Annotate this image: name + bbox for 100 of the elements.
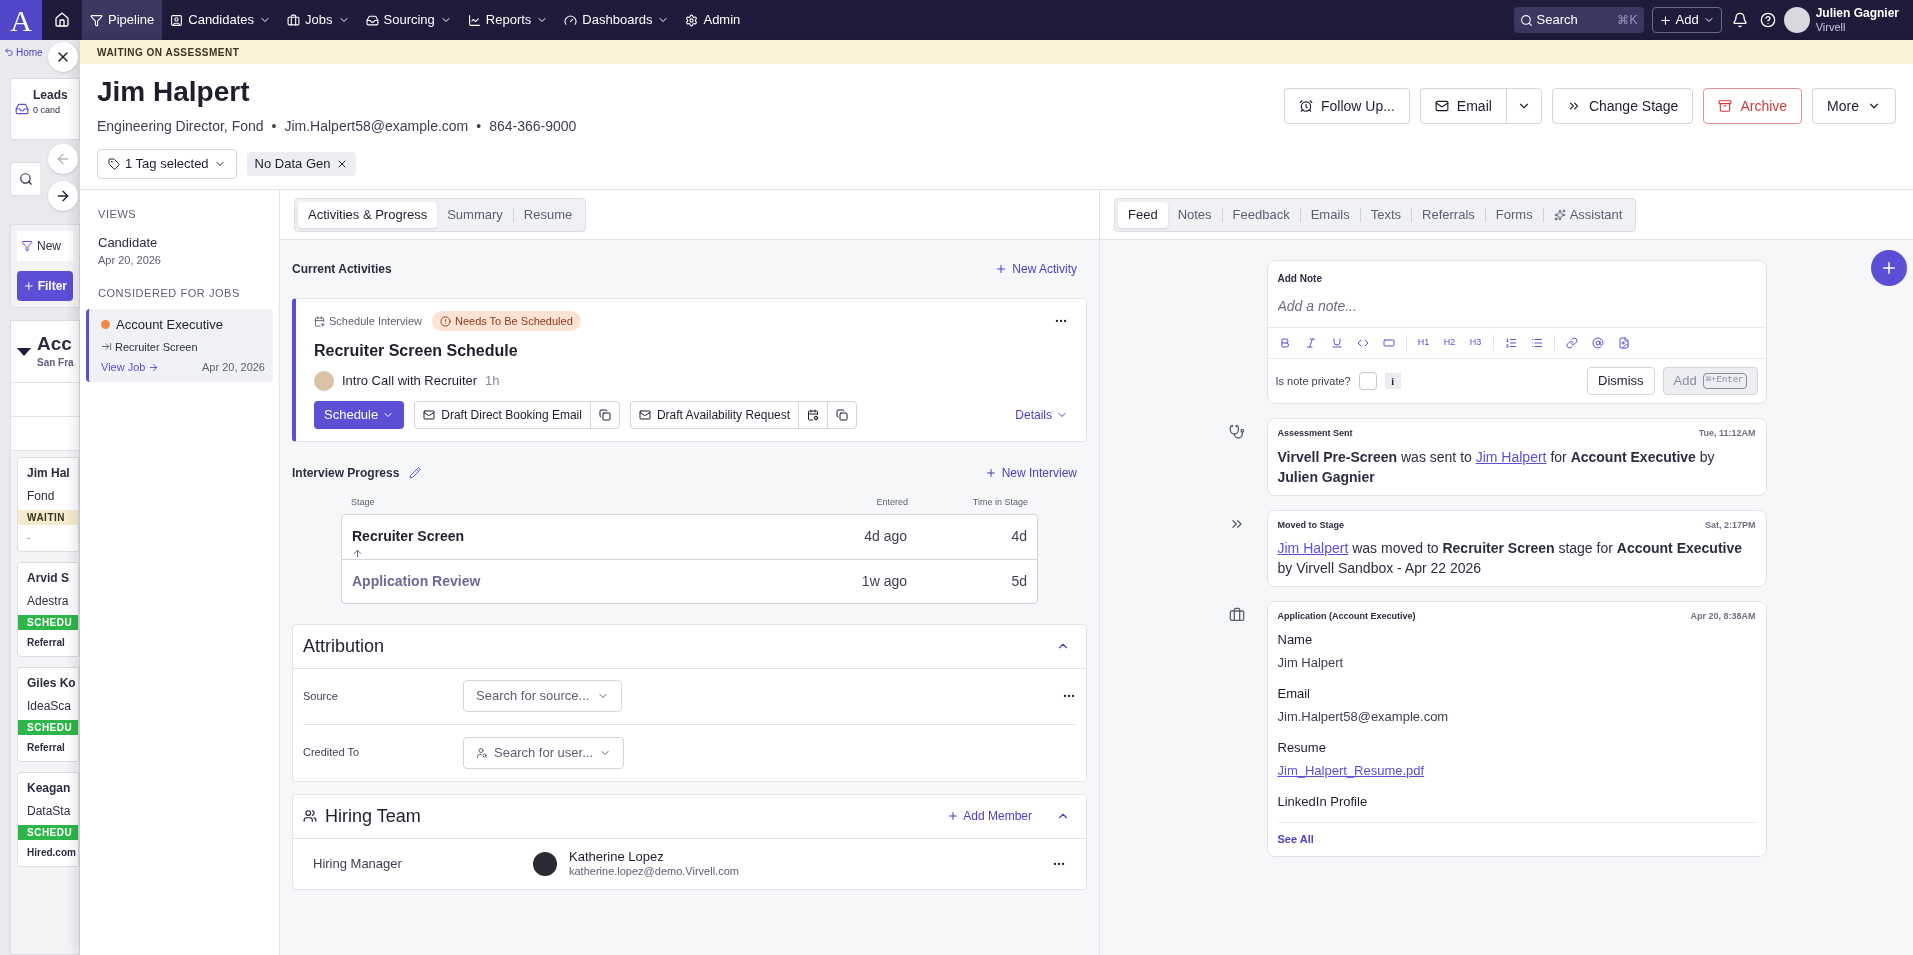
candidate-card[interactable]: Giles Ko IdeaSca SCHEDU Referral xyxy=(17,667,79,762)
source-select[interactable]: Search for source... xyxy=(463,680,623,712)
nav-menu-item[interactable]: Admin xyxy=(677,0,749,40)
dismiss-button[interactable]: Dismiss xyxy=(1587,367,1655,395)
member-name: Katherine Lopez xyxy=(569,849,665,864)
copy-icon xyxy=(598,409,611,421)
collapse-triangle-icon[interactable] xyxy=(17,347,31,356)
tag-select[interactable]: 1 Tag selected xyxy=(97,149,237,179)
nav-menu-item[interactable]: Dashboards xyxy=(556,0,678,40)
add-member-button[interactable]: Add Member xyxy=(947,807,1032,825)
column-header: Time in Stage xyxy=(971,496,1028,509)
feed-title: Application (Account Executive) xyxy=(1277,610,1416,623)
nav-menu-item[interactable]: Sourcing xyxy=(357,0,460,40)
resume-link[interactable]: Jim_Halpert_Resume.pdf xyxy=(1277,761,1756,781)
pencil-icon[interactable] xyxy=(409,467,422,479)
leads-card[interactable]: Leads 0 cand xyxy=(10,78,80,140)
feed-tab[interactable]: Emails xyxy=(1300,201,1360,228)
schedule-button[interactable]: Schedule xyxy=(314,401,405,429)
more-button[interactable]: More xyxy=(1812,88,1896,124)
section-title: Interview Progress xyxy=(292,465,400,482)
nav-menu-item[interactable]: Reports xyxy=(459,0,557,40)
italic-icon xyxy=(1304,337,1317,349)
note-input[interactable]: Add a note... xyxy=(1277,296,1756,317)
private-checkbox[interactable] xyxy=(1358,372,1377,390)
field-value: Jim Halpert xyxy=(1277,654,1345,672)
separator-dot: • xyxy=(476,117,482,136)
feed-tab[interactable]: Texts xyxy=(1360,201,1412,228)
candidate-link[interactable]: Jim Halpert xyxy=(1475,448,1547,465)
candidate-card[interactable]: Arvid S Adestra SCHEDU Referral xyxy=(17,562,79,657)
view-tab[interactable]: New xyxy=(17,231,73,261)
card-title: Hiring Team xyxy=(325,804,422,828)
draft-booking-email-button[interactable]: Draft Direct Booking Email xyxy=(415,402,590,428)
help-icon[interactable] xyxy=(1759,12,1776,28)
archive-icon xyxy=(1718,99,1733,113)
private-label: Is note private? xyxy=(1275,373,1351,389)
separator-dot: • xyxy=(271,117,277,136)
view-tab[interactable]: Summary xyxy=(437,201,513,228)
add-button[interactable]: Add xyxy=(1651,7,1722,33)
heading-tool[interactable]: H2 xyxy=(1436,331,1463,355)
view-tab[interactable]: Activities & Progress xyxy=(298,201,438,228)
heading-tool[interactable]: H1 xyxy=(1410,331,1437,355)
nav-menu-item[interactable]: Jobs xyxy=(279,0,358,40)
new-activity-button[interactable]: New Activity xyxy=(995,260,1077,278)
email-button[interactable]: Email xyxy=(1420,89,1506,123)
see-all-link[interactable]: See All xyxy=(1277,822,1756,848)
view-tab[interactable]: Resume xyxy=(513,201,583,228)
job-item[interactable]: Account Executive Recruiter Screen View Job Apr 20, 2026 xyxy=(86,309,273,382)
briefcase-icon xyxy=(287,13,301,27)
candidate-email: Jim.Halpert58@example.com xyxy=(284,117,469,136)
bell-icon[interactable] xyxy=(1731,12,1748,28)
feed-tab[interactable]: Feedback xyxy=(1222,201,1300,228)
briefcase-icon xyxy=(1228,607,1245,623)
history-icon xyxy=(4,47,14,57)
status-label: SCHEDU xyxy=(18,825,78,840)
feed-title: Assessment Sent xyxy=(1277,427,1353,440)
feed-time: Tue, 11:12AM xyxy=(1698,427,1756,440)
app-logo[interactable]: A xyxy=(0,0,42,40)
underline-icon xyxy=(1330,337,1343,349)
candidate-source: - xyxy=(27,531,32,545)
arrow-right-icon xyxy=(55,188,71,204)
nav-menu-item[interactable]: Candidates xyxy=(162,0,280,40)
new-interview-button[interactable]: New Interview xyxy=(984,464,1077,482)
candidate-card[interactable]: Jim Hal Fond WAITIN - xyxy=(17,457,79,552)
nav-menu-item[interactable]: Pipeline xyxy=(82,0,163,40)
archive-button[interactable]: Archive xyxy=(1703,88,1803,124)
change-stage-button[interactable]: Change Stage xyxy=(1551,88,1694,124)
candidate-name: Giles Ko xyxy=(27,675,77,692)
candidate-link[interactable]: Jim Halpert xyxy=(1277,540,1349,556)
feed-tab[interactable]: Forms xyxy=(1485,201,1543,228)
user-avatar[interactable] xyxy=(1783,7,1810,33)
breadcrumb-link[interactable]: Home xyxy=(16,44,43,60)
credited-user-select[interactable]: Search for user... xyxy=(463,736,624,769)
field-label: Resume xyxy=(1277,738,1327,757)
add-floating-button[interactable] xyxy=(1871,250,1907,286)
feed-message: Virvell Pre-Screen was sent to Jim Halpert for Account Executive by Julien Gagnier xyxy=(1277,447,1716,487)
heading-tool[interactable]: H3 xyxy=(1462,331,1489,355)
field-value: Jim.Halpert58@example.com xyxy=(1277,708,1450,726)
draft-availability-button[interactable]: Draft Availability Request xyxy=(630,402,799,428)
candidate-name: Arvid S xyxy=(27,570,70,587)
follow-up-button[interactable]: Follow Up... xyxy=(1283,88,1410,124)
view-job-link[interactable]: View Job xyxy=(101,359,160,376)
feed-tab[interactable]: Assistant xyxy=(1543,201,1633,228)
search-placeholder: Search xyxy=(1536,11,1579,30)
section-heading: VIEWS xyxy=(97,207,138,222)
feed-tab[interactable]: Referrals xyxy=(1412,201,1485,228)
user-avatar xyxy=(314,371,334,391)
feed-message: Jim Halpert was moved to Recruiter Screen stage for Account Executive by Virvell Sandbox - Apr 22 2026 xyxy=(1277,539,1744,578)
calendar-gear-icon xyxy=(807,409,820,421)
candidate-card[interactable]: Keagan DataSta SCHEDU Hired.com xyxy=(17,772,79,867)
feed-tab[interactable]: Notes xyxy=(1167,201,1222,228)
filter-button[interactable]: Filter xyxy=(17,271,73,301)
search-icon xyxy=(1519,13,1533,27)
search-field[interactable]: Search ⌘K xyxy=(1513,7,1644,33)
view-item[interactable]: Candidate xyxy=(86,232,273,252)
info-badge[interactable]: i xyxy=(1384,373,1401,389)
search-box[interactable] xyxy=(10,162,40,196)
event-duration: 1h xyxy=(485,372,500,391)
feed-tab[interactable]: Feed xyxy=(1118,201,1168,228)
numbered-list-icon xyxy=(1504,337,1517,349)
details-button[interactable]: Details xyxy=(1015,406,1068,424)
